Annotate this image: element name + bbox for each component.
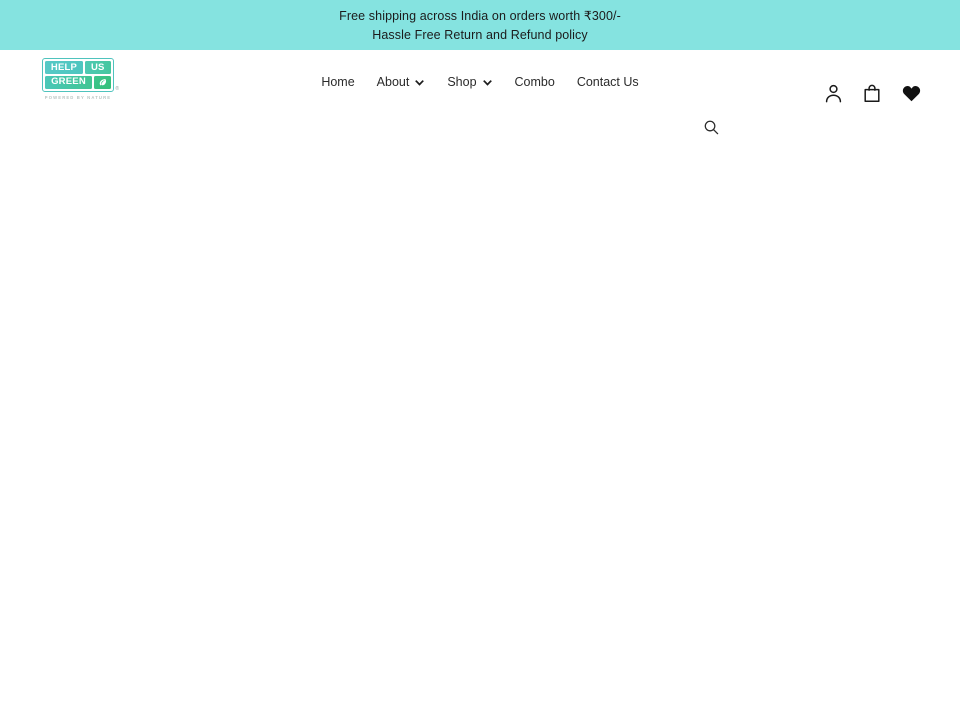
chevron-down-icon: [414, 78, 425, 89]
leaf-icon: [93, 75, 111, 89]
search-icon: [703, 119, 721, 136]
cart-link[interactable]: [861, 81, 883, 105]
nav-item-home-label: Home: [321, 75, 355, 89]
site-logo[interactable]: HELP US GREEN ® POWERED BY NATURE: [42, 58, 119, 100]
registered-trademark: ®: [115, 86, 119, 92]
nav-item-shop[interactable]: Shop: [436, 74, 503, 90]
cart-icon: [863, 84, 881, 103]
wishlist-icon: [902, 85, 921, 102]
logo-mark: HELP US GREEN ®: [42, 58, 119, 92]
logo-tagline: POWERED BY NATURE: [44, 95, 112, 100]
nav-item-about-label: About: [376, 75, 410, 89]
nav-item-contact-us[interactable]: Contact Us: [566, 74, 650, 90]
nav-item-shop-label: Shop: [447, 75, 477, 89]
wishlist-link[interactable]: [900, 81, 922, 105]
account-icon: [825, 84, 842, 103]
account-link[interactable]: [822, 81, 844, 105]
announcement-line-returns: Hassle Free Return and Refund policy: [372, 27, 588, 42]
nav-item-combo-label: Combo: [514, 75, 555, 89]
header-icon-cluster: [822, 81, 922, 105]
nav-item-about[interactable]: About: [366, 74, 437, 90]
logo-row-top: HELP US: [45, 61, 111, 74]
nav-item-contact-us-label: Contact Us: [576, 75, 639, 89]
nav-item-combo[interactable]: Combo: [504, 74, 566, 90]
logo-word-help: HELP: [45, 61, 83, 74]
nav-item-home[interactable]: Home: [310, 74, 365, 90]
announcement-line-shipping: Free shipping across India on orders wor…: [339, 8, 621, 23]
logo-word-us: US: [84, 61, 111, 74]
announcement-bar: Free shipping across India on orders wor…: [0, 0, 960, 50]
chevron-down-icon: [482, 78, 493, 89]
logo-word-green: GREEN: [45, 75, 92, 89]
main-content-area: [0, 127, 960, 720]
search-button[interactable]: [703, 118, 721, 136]
main-navigation: Home About Shop Combo Contact Us: [0, 74, 960, 90]
page-root: Free shipping across India on orders wor…: [0, 0, 960, 720]
logo-row-bottom: GREEN: [45, 75, 111, 89]
site-header: HELP US GREEN ® POWERED BY NATURE Home A…: [0, 50, 960, 134]
